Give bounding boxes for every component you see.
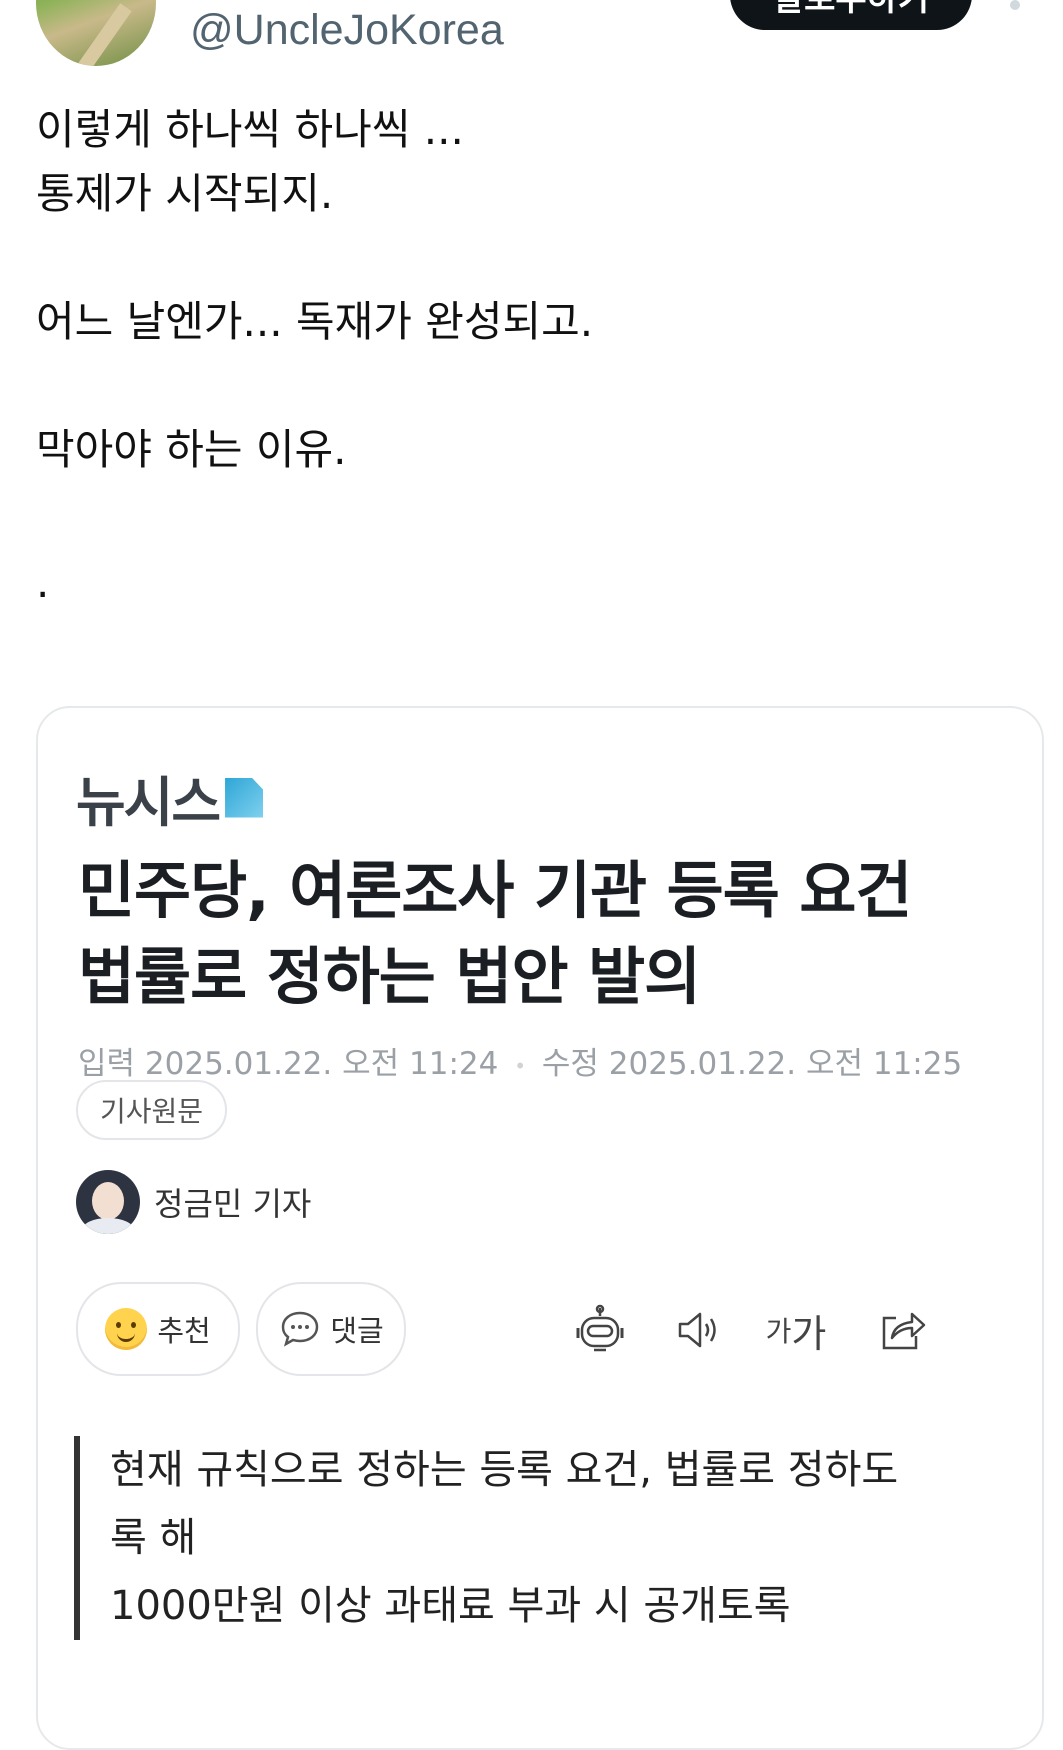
tweet-line: 통제가 시작되지. <box>36 169 334 218</box>
article-summary: 현재 규칙으로 정하는 등록 요건, 법률로 정하도 록 해 1000만원 이상… <box>74 1436 970 1640</box>
tweet-line: 어느 날엔가... 독재가 완성되고. <box>36 297 594 346</box>
input-label: 입력 <box>78 1046 136 1082</box>
share-icon[interactable] <box>874 1302 930 1358</box>
modified-label: 수정 <box>541 1046 599 1082</box>
headline-line: 법률로 정하는 법안 발의 <box>78 940 701 1013</box>
reporter-name: 정금민 기자 <box>154 1185 312 1223</box>
logo-text: 뉴시스 <box>76 771 221 834</box>
speech-bubble-icon <box>282 1311 319 1347</box>
user-handle[interactable]: @UncleJoKorea <box>190 6 504 55</box>
modified-time: 2025.01.22. 오전 11:25 <box>608 1046 963 1082</box>
summary-line: 록 해 <box>110 1515 197 1561</box>
font-size-small: 가 <box>765 1315 792 1348</box>
newsis-logo: 뉴시스 <box>76 758 264 837</box>
article-headline[interactable]: 민주당, 여론조사 기관 등록 요건 법률로 정하는 법안 발의 <box>78 848 1008 1020</box>
comment-button[interactable]: 댓글 <box>256 1282 406 1376</box>
font-size-icon[interactable]: 가가 <box>765 1302 827 1358</box>
recommend-label: 추천 <box>157 1314 211 1348</box>
reporter-info[interactable]: 정금민 기자 <box>76 1170 311 1234</box>
meta-separator: • <box>514 1053 526 1078</box>
tweet-line: . <box>36 558 50 607</box>
profile-avatar[interactable] <box>36 0 156 66</box>
ai-summary-robot-icon[interactable] <box>572 1302 628 1358</box>
tweet-line: 이렇게 하나씩 하나씩 ... <box>36 105 464 154</box>
summary-line: 1000만원 이상 과태료 부과 시 공개토록 <box>110 1583 791 1629</box>
reporter-avatar <box>76 1170 140 1234</box>
article-meta: 입력 2025.01.22. 오전 11:24 • 수정 2025.01.22.… <box>78 1038 962 1083</box>
comment-label: 댓글 <box>330 1314 384 1348</box>
original-article-button[interactable]: 기사원문 <box>76 1080 228 1140</box>
follow-button[interactable]: 팔로우하기 <box>730 0 972 30</box>
logo-mark-icon <box>225 777 264 818</box>
smiley-icon <box>105 1308 148 1350</box>
more-options-icon[interactable] <box>1010 0 1020 10</box>
tweet-line: 막아야 하는 이유. <box>36 425 347 474</box>
speaker-icon[interactable] <box>670 1302 726 1358</box>
headline-line: 민주당, 여론조사 기관 등록 요건 <box>78 854 912 927</box>
input-time: 2025.01.22. 오전 11:24 <box>144 1046 499 1082</box>
summary-line: 현재 규칙으로 정하는 등록 요건, 법률로 정하도 <box>110 1447 899 1493</box>
recommend-button[interactable]: 추천 <box>76 1282 240 1376</box>
font-size-large: 가 <box>791 1311 827 1356</box>
article-card[interactable]: 뉴시스 민주당, 여론조사 기관 등록 요건 법률로 정하는 법안 발의 입력 … <box>36 706 1044 1750</box>
